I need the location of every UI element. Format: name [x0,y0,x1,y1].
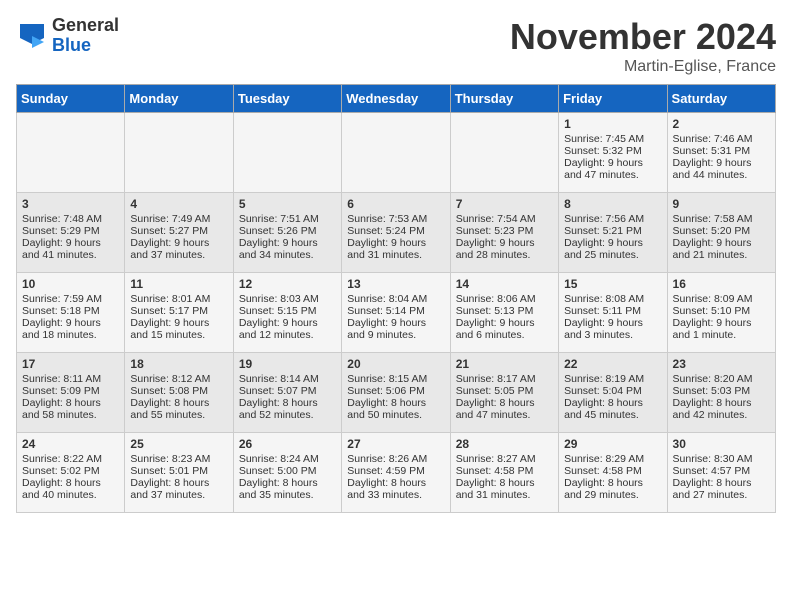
day-number: 27 [347,437,444,451]
day-number: 21 [456,357,553,371]
col-saturday: Saturday [667,85,775,113]
day-number: 10 [22,277,119,291]
calendar-body: 1Sunrise: 7:45 AMSunset: 5:32 PMDaylight… [17,113,776,513]
day-number: 15 [564,277,661,291]
calendar-cell: 16Sunrise: 8:09 AMSunset: 5:10 PMDayligh… [667,273,775,353]
day-number: 11 [130,277,227,291]
calendar-table: Sunday Monday Tuesday Wednesday Thursday… [16,84,776,513]
calendar-week-4: 17Sunrise: 8:11 AMSunset: 5:09 PMDayligh… [17,353,776,433]
calendar-cell: 28Sunrise: 8:27 AMSunset: 4:58 PMDayligh… [450,433,558,513]
title-block: November 2024 Martin-Eglise, France [510,16,776,76]
calendar-week-3: 10Sunrise: 7:59 AMSunset: 5:18 PMDayligh… [17,273,776,353]
day-number: 25 [130,437,227,451]
calendar-cell: 23Sunrise: 8:20 AMSunset: 5:03 PMDayligh… [667,353,775,433]
calendar-cell: 26Sunrise: 8:24 AMSunset: 5:00 PMDayligh… [233,433,341,513]
calendar-week-5: 24Sunrise: 8:22 AMSunset: 5:02 PMDayligh… [17,433,776,513]
calendar-cell: 20Sunrise: 8:15 AMSunset: 5:06 PMDayligh… [342,353,450,433]
calendar-cell: 3Sunrise: 7:48 AMSunset: 5:29 PMDaylight… [17,193,125,273]
logo: General Blue [16,16,119,56]
day-number: 28 [456,437,553,451]
day-number: 22 [564,357,661,371]
calendar-week-2: 3Sunrise: 7:48 AMSunset: 5:29 PMDaylight… [17,193,776,273]
calendar-cell: 19Sunrise: 8:14 AMSunset: 5:07 PMDayligh… [233,353,341,433]
day-number: 5 [239,197,336,211]
day-number: 14 [456,277,553,291]
calendar-cell: 15Sunrise: 8:08 AMSunset: 5:11 PMDayligh… [559,273,667,353]
day-number: 12 [239,277,336,291]
calendar-cell: 18Sunrise: 8:12 AMSunset: 5:08 PMDayligh… [125,353,233,433]
calendar-cell: 29Sunrise: 8:29 AMSunset: 4:58 PMDayligh… [559,433,667,513]
calendar-cell [342,113,450,193]
day-number: 19 [239,357,336,371]
day-number: 2 [673,117,770,131]
col-friday: Friday [559,85,667,113]
calendar-header: Sunday Monday Tuesday Wednesday Thursday… [17,85,776,113]
day-number: 24 [22,437,119,451]
calendar-cell: 25Sunrise: 8:23 AMSunset: 5:01 PMDayligh… [125,433,233,513]
logo-general: General [52,16,119,36]
calendar-cell [233,113,341,193]
day-number: 26 [239,437,336,451]
day-number: 4 [130,197,227,211]
calendar-cell: 5Sunrise: 7:51 AMSunset: 5:26 PMDaylight… [233,193,341,273]
header-row: Sunday Monday Tuesday Wednesday Thursday… [17,85,776,113]
day-number: 17 [22,357,119,371]
logo-blue: Blue [52,36,119,56]
col-wednesday: Wednesday [342,85,450,113]
calendar-cell: 1Sunrise: 7:45 AMSunset: 5:32 PMDaylight… [559,113,667,193]
calendar-cell: 12Sunrise: 8:03 AMSunset: 5:15 PMDayligh… [233,273,341,353]
calendar-cell: 9Sunrise: 7:58 AMSunset: 5:20 PMDaylight… [667,193,775,273]
calendar-cell: 17Sunrise: 8:11 AMSunset: 5:09 PMDayligh… [17,353,125,433]
day-number: 3 [22,197,119,211]
calendar-cell: 21Sunrise: 8:17 AMSunset: 5:05 PMDayligh… [450,353,558,433]
calendar-cell: 4Sunrise: 7:49 AMSunset: 5:27 PMDaylight… [125,193,233,273]
col-sunday: Sunday [17,85,125,113]
calendar-cell: 6Sunrise: 7:53 AMSunset: 5:24 PMDaylight… [342,193,450,273]
logo-icon [16,20,48,52]
day-number: 30 [673,437,770,451]
calendar-cell [450,113,558,193]
day-number: 18 [130,357,227,371]
month-title: November 2024 [510,16,776,58]
day-number: 8 [564,197,661,211]
calendar-cell: 11Sunrise: 8:01 AMSunset: 5:17 PMDayligh… [125,273,233,353]
day-number: 20 [347,357,444,371]
calendar-cell: 10Sunrise: 7:59 AMSunset: 5:18 PMDayligh… [17,273,125,353]
day-number: 16 [673,277,770,291]
day-number: 9 [673,197,770,211]
day-number: 7 [456,197,553,211]
location: Martin-Eglise, France [510,58,776,76]
calendar-cell: 8Sunrise: 7:56 AMSunset: 5:21 PMDaylight… [559,193,667,273]
calendar-cell: 2Sunrise: 7:46 AMSunset: 5:31 PMDaylight… [667,113,775,193]
col-thursday: Thursday [450,85,558,113]
logo-text: General Blue [52,16,119,56]
calendar-cell: 14Sunrise: 8:06 AMSunset: 5:13 PMDayligh… [450,273,558,353]
page-header: General Blue November 2024 Martin-Eglise… [16,16,776,76]
calendar-cell: 22Sunrise: 8:19 AMSunset: 5:04 PMDayligh… [559,353,667,433]
col-tuesday: Tuesday [233,85,341,113]
calendar-cell: 7Sunrise: 7:54 AMSunset: 5:23 PMDaylight… [450,193,558,273]
calendar-cell [17,113,125,193]
calendar-week-1: 1Sunrise: 7:45 AMSunset: 5:32 PMDaylight… [17,113,776,193]
calendar-cell: 13Sunrise: 8:04 AMSunset: 5:14 PMDayligh… [342,273,450,353]
calendar-cell: 30Sunrise: 8:30 AMSunset: 4:57 PMDayligh… [667,433,775,513]
day-number: 6 [347,197,444,211]
calendar-cell: 27Sunrise: 8:26 AMSunset: 4:59 PMDayligh… [342,433,450,513]
col-monday: Monday [125,85,233,113]
day-number: 13 [347,277,444,291]
day-number: 29 [564,437,661,451]
calendar-cell [125,113,233,193]
day-number: 23 [673,357,770,371]
calendar-cell: 24Sunrise: 8:22 AMSunset: 5:02 PMDayligh… [17,433,125,513]
day-number: 1 [564,117,661,131]
